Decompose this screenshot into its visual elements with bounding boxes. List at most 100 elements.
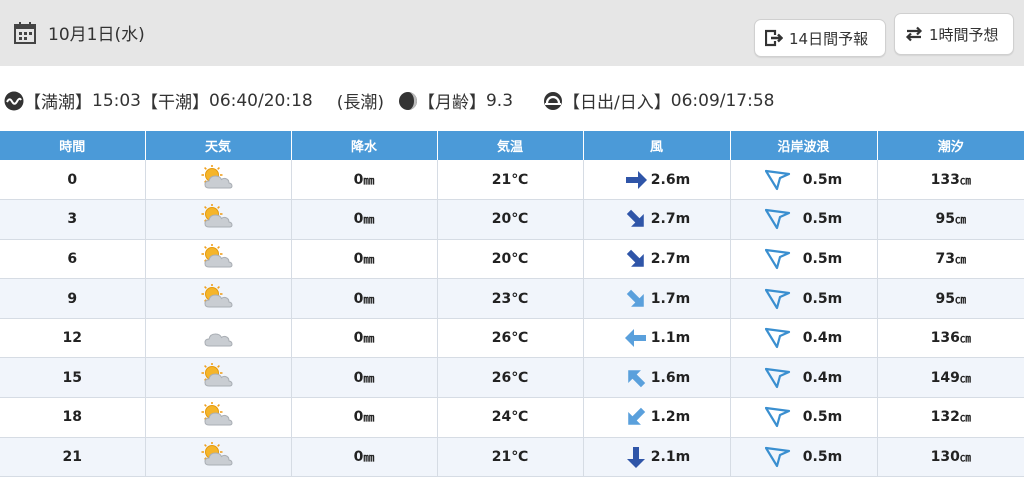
col-header-time: 時間 [0, 131, 145, 160]
col-header-precip: 降水 [290, 131, 437, 160]
cell-temp: 24℃ [436, 397, 583, 438]
wave-direction-icon [764, 248, 790, 270]
wave-direction-icon [764, 367, 790, 388]
cell-precip: 0㎜ [290, 239, 437, 280]
cell-time: 9 [0, 278, 145, 319]
cell-time: 18 [0, 397, 145, 438]
wind-arrow-east-icon [625, 170, 647, 189]
wind-arrow-southwest-icon [628, 408, 645, 426]
cell-tide: 95㎝ [876, 199, 1024, 240]
cell-wind: 1.1m [582, 318, 730, 359]
wave-direction-icon [764, 328, 790, 349]
cell-temp: 26℃ [436, 357, 583, 399]
cloud-icon [204, 333, 233, 347]
cell-precip: 0㎜ [290, 397, 437, 438]
cell-wind: 2.6m [582, 160, 730, 201]
cell-temp: 20℃ [436, 199, 583, 240]
cell-time: 3 [0, 199, 145, 240]
table-row: 6 0㎜ 20℃ 2.7m 0.5m 73㎝ [0, 239, 1024, 280]
col-header-temp: 気温 [436, 131, 583, 160]
14day-forecast-button[interactable]: 14日間予報 [754, 19, 886, 57]
cell-time: 12 [0, 318, 145, 359]
cell-wave: 0.4m [729, 318, 877, 359]
table-row: 9 0㎜ 23℃ 1.7m 0.5m 95㎝ [0, 278, 1024, 319]
cell-weather [144, 239, 291, 280]
sun-behind-cloud-icon [201, 441, 233, 466]
cell-time: 0 [0, 160, 145, 201]
cell-wave: 0.5m [729, 160, 877, 201]
cell-wave: 0.5m [729, 199, 877, 240]
tide-wave-icon [4, 91, 24, 110]
wind-arrow-west-icon [624, 329, 646, 348]
cell-tide: 136㎝ [876, 318, 1024, 359]
cell-weather [144, 437, 291, 478]
col-header-wind: 風 [582, 131, 730, 160]
moon-phase-icon [398, 91, 417, 110]
moon-age-label: 【月齢】 [417, 93, 486, 113]
sun-value: 06:09/17:58 [670, 90, 775, 111]
cell-weather [144, 318, 291, 359]
cell-weather [144, 357, 291, 399]
cell-precip: 0㎜ [290, 199, 437, 240]
cell-temp: 20℃ [436, 239, 583, 280]
cell-precip: 0㎜ [290, 357, 437, 399]
forecast-table: 時間 天気 降水 気温 風 沿岸波浪 潮汐 0 0㎜ 21℃ 2.6m 0.5m 133㎝… [0, 131, 1024, 478]
table-header-row: 時間 天気 降水 気温 風 沿岸波浪 潮汐 [0, 131, 1024, 160]
cell-time: 6 [0, 239, 145, 280]
table-row: 0 0㎜ 21℃ 2.6m 0.5m 133㎝ [0, 160, 1024, 201]
sunrise-sunset-icon [544, 91, 563, 110]
cell-temp: 21℃ [436, 160, 583, 201]
cell-precip: 0㎜ [290, 278, 437, 319]
cell-wave: 0.5m [729, 397, 877, 438]
tide-type: (長潮) [336, 93, 384, 113]
14day-forecast-label: 14日間予報 [789, 29, 869, 48]
1hour-forecast-label: 1時間予想 [929, 25, 999, 44]
cell-time: 21 [0, 437, 145, 478]
wave-direction-icon [764, 288, 790, 309]
cell-wave: 0.4m [729, 357, 877, 399]
table-row: 12 0㎜ 26℃ 1.1m 0.4m 136㎝ [0, 318, 1024, 359]
high-tide-value: 15:03 [92, 90, 141, 111]
cell-wave: 0.5m [729, 239, 877, 280]
wave-direction-icon [764, 209, 790, 230]
swap-arrows-icon [905, 26, 923, 42]
table-row: 21 0㎜ 21℃ 2.1m 0.5m 130㎝ [0, 437, 1024, 478]
top-bar: 10月1日(水) 14日間予報 1時間予想 [0, 0, 1024, 66]
sun-behind-cloud-icon [201, 401, 233, 426]
cell-tide: 73㎝ [876, 239, 1024, 280]
col-header-wave: 沿岸波浪 [729, 131, 877, 160]
wave-direction-icon [764, 407, 790, 428]
table-row: 3 0㎜ 20℃ 2.7m 0.5m 95㎝ [0, 199, 1024, 240]
high-tide-label: 【満潮】 [24, 93, 92, 113]
wind-arrow-northwest-icon [628, 369, 645, 387]
moon-age-value: 9.3 [485, 90, 514, 111]
cell-wave: 0.5m [729, 437, 877, 478]
sun-behind-cloud-icon [201, 164, 233, 189]
wind-arrow-southeast-icon [626, 210, 644, 228]
calendar-icon [14, 21, 36, 44]
cell-wind: 1.7m [582, 278, 730, 319]
sun-behind-cloud-icon [201, 362, 233, 387]
cell-temp: 26℃ [436, 318, 583, 359]
1hour-forecast-button[interactable]: 1時間予想 [894, 13, 1014, 55]
wind-arrow-south-icon [626, 446, 645, 468]
sun-behind-cloud-icon [201, 203, 233, 228]
tide-info-bar: 【満潮】 15:03 【干潮】 06:40/20:18 (長潮) 【月齢】 9.… [4, 88, 774, 113]
wind-arrow-southeast-icon [626, 249, 644, 267]
cell-tide: 149㎝ [876, 357, 1024, 399]
table-row: 15 0㎜ 26℃ 1.6m 0.4m 149㎝ [0, 357, 1024, 399]
wave-direction-icon [764, 169, 790, 190]
sun-label: 【日出/日入】 [563, 93, 671, 113]
col-header-weather: 天気 [144, 131, 291, 160]
cell-weather [144, 199, 291, 240]
cell-temp: 23℃ [436, 278, 583, 319]
cell-temp: 21℃ [436, 437, 583, 478]
date-text: 10月1日(水) [48, 25, 145, 45]
cell-weather [144, 397, 291, 438]
sun-behind-cloud-icon [201, 243, 233, 268]
table-body: 0 0㎜ 21℃ 2.6m 0.5m 133㎝ 3 0㎜ 20℃ 2.7m 0.5m 95㎝ 6 0㎜ 20… [0, 160, 1024, 478]
cell-tide: 95㎝ [876, 278, 1024, 319]
cell-tide: 133㎝ [876, 160, 1024, 201]
date-display: 10月1日(水) [14, 20, 145, 45]
low-tide-value: 06:40/20:18 [209, 90, 313, 111]
